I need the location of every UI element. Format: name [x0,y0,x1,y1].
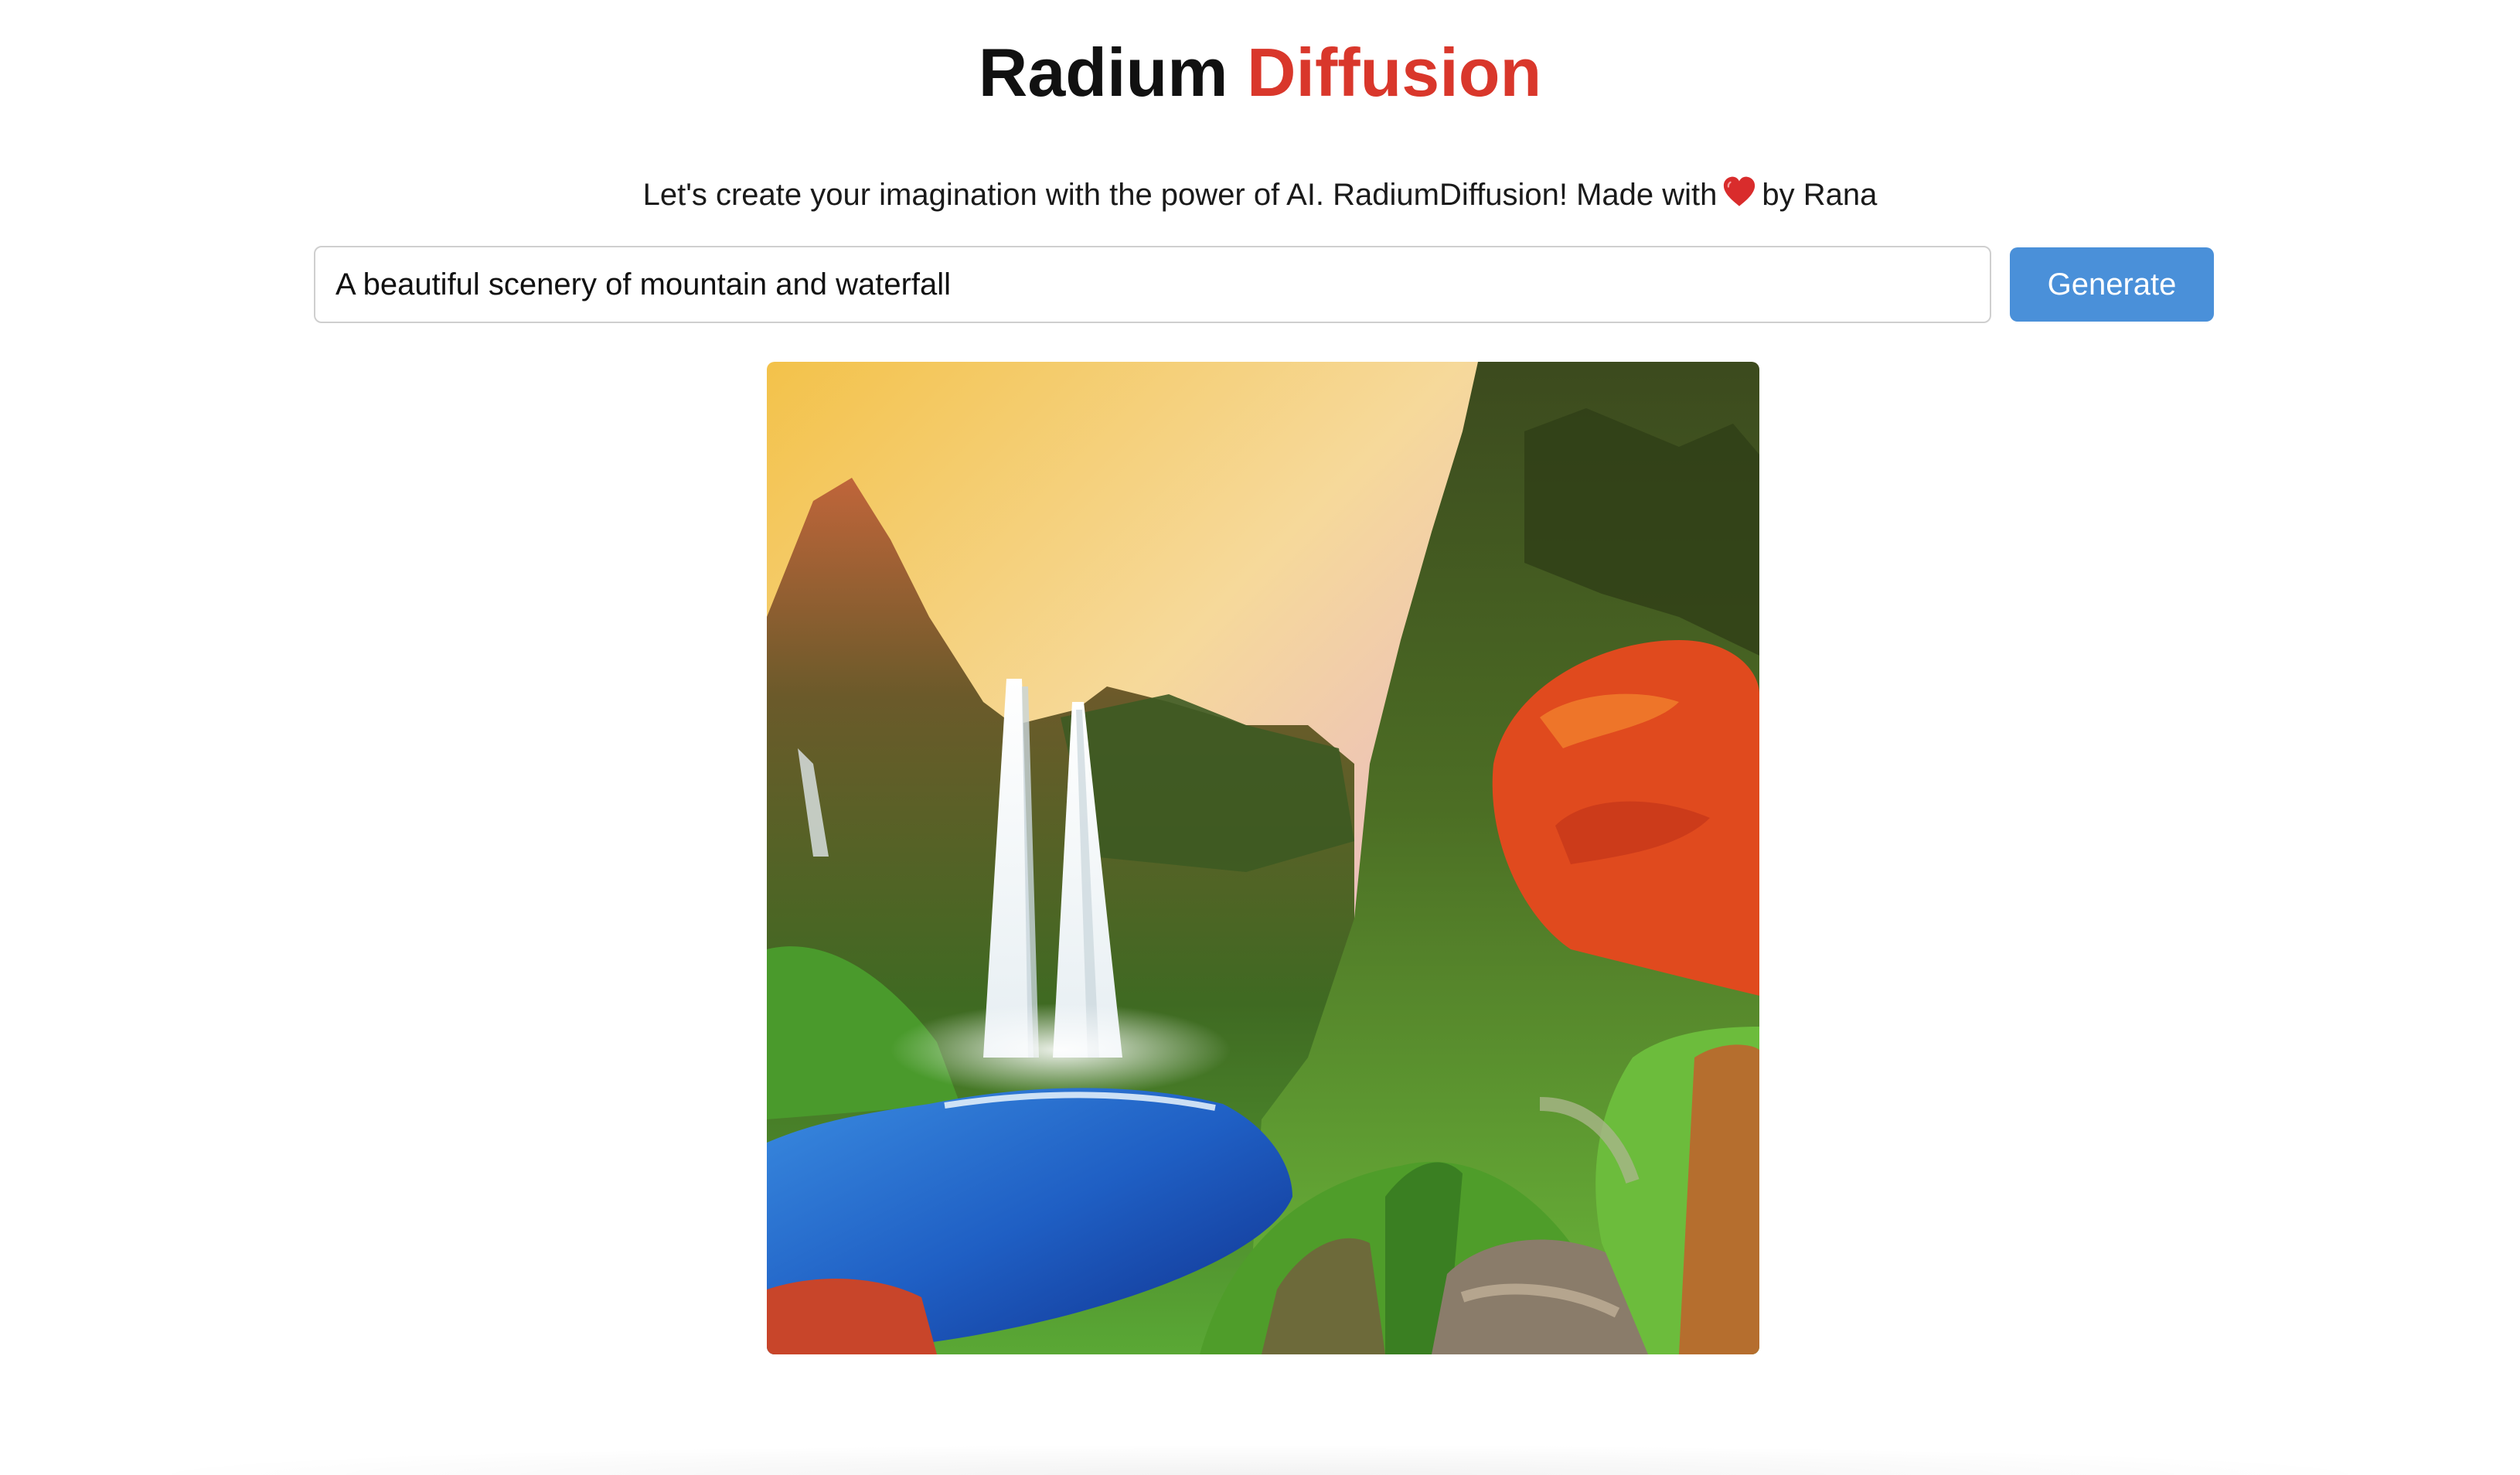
generated-image [767,362,1759,1354]
title-accent: Diffusion [1246,34,1542,111]
prompt-input[interactable] [314,246,1991,323]
page: Radium Diffusion Let's create your imagi… [0,0,2520,1475]
heart-icon [1724,176,1755,206]
bottom-shadow [116,1444,2404,1475]
app-title: Radium Diffusion [0,32,2520,113]
generate-button[interactable]: Generate [2010,247,2214,322]
tagline: Let's create your imagination with the p… [0,173,2520,216]
tagline-author: by Rana [1762,178,1878,212]
tagline-text: Let's create your imagination with the p… [642,178,1718,212]
title-main: Radium [978,34,1228,111]
